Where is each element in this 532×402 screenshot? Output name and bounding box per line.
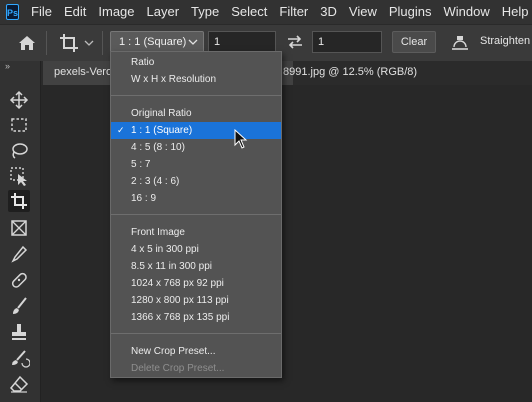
dropdown-item-label: W x H x Resolution <box>131 74 217 85</box>
dropdown-item[interactable]: 5 : 7 <box>111 156 281 173</box>
clear-button[interactable]: Clear <box>392 31 436 53</box>
straighten-icon[interactable] <box>450 33 470 51</box>
healing-brush-tool-icon[interactable] <box>8 269 30 291</box>
mouse-cursor-icon <box>234 129 248 149</box>
menu-view[interactable]: View <box>343 0 383 24</box>
dropdown-item-label: 1024 x 768 px 92 ppi <box>131 278 224 289</box>
dropdown-item[interactable]: 16 : 9 <box>111 190 281 207</box>
dropdown-item[interactable]: 4 : 5 (8 : 10) <box>111 139 281 156</box>
dropdown-item[interactable]: 4 x 5 in 300 ppi <box>111 241 281 258</box>
dropdown-item-label: Ratio <box>131 57 155 68</box>
dropdown-item-label: 8.5 x 11 in 300 ppi <box>131 261 212 272</box>
dropdown-item[interactable]: 2 : 3 (4 : 6) <box>111 173 281 190</box>
home-icon[interactable] <box>16 32 38 54</box>
eyedropper-tool-icon[interactable] <box>8 243 30 265</box>
menu-separator <box>111 95 281 96</box>
swap-dimensions-icon[interactable] <box>286 33 304 51</box>
document-tab-title: pexels-Vero <box>54 66 113 78</box>
dropdown-item-label: 16 : 9 <box>131 193 157 204</box>
ratio-select[interactable]: 1 : 1 (Square) <box>110 31 204 53</box>
object-selection-tool-icon[interactable] <box>8 165 30 187</box>
crop-tool-icon[interactable] <box>8 190 30 212</box>
panel-collapse-icon[interactable]: » <box>5 61 10 71</box>
frame-tool-icon[interactable] <box>8 217 30 239</box>
dropdown-item[interactable]: Original Ratio <box>111 105 281 122</box>
dropdown-item[interactable]: W x H x Resolution <box>111 71 281 88</box>
document-tab-title-suffix: 8991.jpg @ 12.5% (RGB/8) <box>283 66 418 78</box>
menu-type[interactable]: Type <box>185 0 225 24</box>
chevron-down-icon[interactable] <box>84 35 94 51</box>
menu-window[interactable]: Window <box>437 0 495 24</box>
menu-layer[interactable]: Layer <box>141 0 186 24</box>
menu-image[interactable]: Image <box>92 0 140 24</box>
dropdown-item: Delete Crop Preset... <box>111 360 281 377</box>
dropdown-item[interactable]: 1280 x 800 px 113 ppi <box>111 292 281 309</box>
dropdown-item[interactable]: 1366 x 768 px 135 ppi <box>111 309 281 326</box>
ratio-select-value: 1 : 1 (Square) <box>119 36 187 48</box>
clone-stamp-tool-icon[interactable] <box>8 321 30 343</box>
history-brush-tool-icon[interactable] <box>8 347 30 369</box>
dropdown-item-label: Original Ratio <box>131 108 192 119</box>
dropdown-item-label: Delete Crop Preset... <box>131 363 225 374</box>
menu-separator <box>111 333 281 334</box>
menu-select[interactable]: Select <box>225 0 273 24</box>
dropdown-item[interactable]: 8.5 x 11 in 300 ppi <box>111 258 281 275</box>
menu-edit[interactable]: Edit <box>58 0 92 24</box>
menu-file[interactable]: File <box>25 0 58 24</box>
options-divider <box>46 31 47 55</box>
menu-filter[interactable]: Filter <box>273 0 314 24</box>
straighten-label[interactable]: Straighten <box>480 35 530 47</box>
height-input[interactable]: 1 <box>312 31 382 53</box>
tools-panel: » <box>0 61 41 402</box>
menu-plugins[interactable]: Plugins <box>383 0 438 24</box>
crop-preset-icon[interactable] <box>58 32 80 54</box>
dropdown-item-label: 1366 x 768 px 135 ppi <box>131 312 230 323</box>
lasso-tool-icon[interactable] <box>8 140 30 162</box>
dropdown-item-label: 1280 x 800 px 113 ppi <box>131 295 229 306</box>
options-divider <box>102 31 103 55</box>
dropdown-item-label: 2 : 3 (4 : 6) <box>131 176 180 187</box>
dropdown-item-label: New Crop Preset... <box>131 346 216 357</box>
eraser-tool-icon[interactable] <box>8 373 30 395</box>
dropdown-item[interactable]: ✓ 1 : 1 (Square) <box>111 122 281 139</box>
crop-ratio-dropdown: Ratio W x H x Resolution Original Ratio ✓ 1 … <box>110 51 282 378</box>
dropdown-item[interactable]: 1024 x 768 px 92 ppi <box>111 275 281 292</box>
dropdown-item-label: Front Image <box>131 227 185 238</box>
menu-bar: Ps File Edit Image Layer Type Select Fil… <box>0 0 532 24</box>
dropdown-item-label: 4 x 5 in 300 ppi <box>131 244 199 255</box>
dropdown-item-label: 4 : 5 (8 : 10) <box>131 142 185 153</box>
dropdown-item-label: 5 : 7 <box>131 159 151 170</box>
dropdown-item-label: 1 : 1 (Square) <box>131 125 193 136</box>
menu-help[interactable]: Help <box>496 0 532 24</box>
width-input[interactable]: 1 <box>208 31 276 53</box>
dropdown-item[interactable]: New Crop Preset... <box>111 343 281 360</box>
marquee-tool-icon[interactable] <box>8 114 30 136</box>
chevron-down-icon <box>188 39 198 45</box>
dropdown-item[interactable]: Ratio <box>111 54 281 71</box>
photoshop-logo-icon[interactable]: Ps <box>6 4 20 20</box>
dropdown-item[interactable]: Front Image <box>111 224 281 241</box>
brush-tool-icon[interactable] <box>8 295 30 317</box>
checkmark-icon: ✓ <box>117 125 125 135</box>
move-tool-icon[interactable] <box>8 89 30 111</box>
menu-separator <box>111 214 281 215</box>
menu-3d[interactable]: 3D <box>314 0 343 24</box>
